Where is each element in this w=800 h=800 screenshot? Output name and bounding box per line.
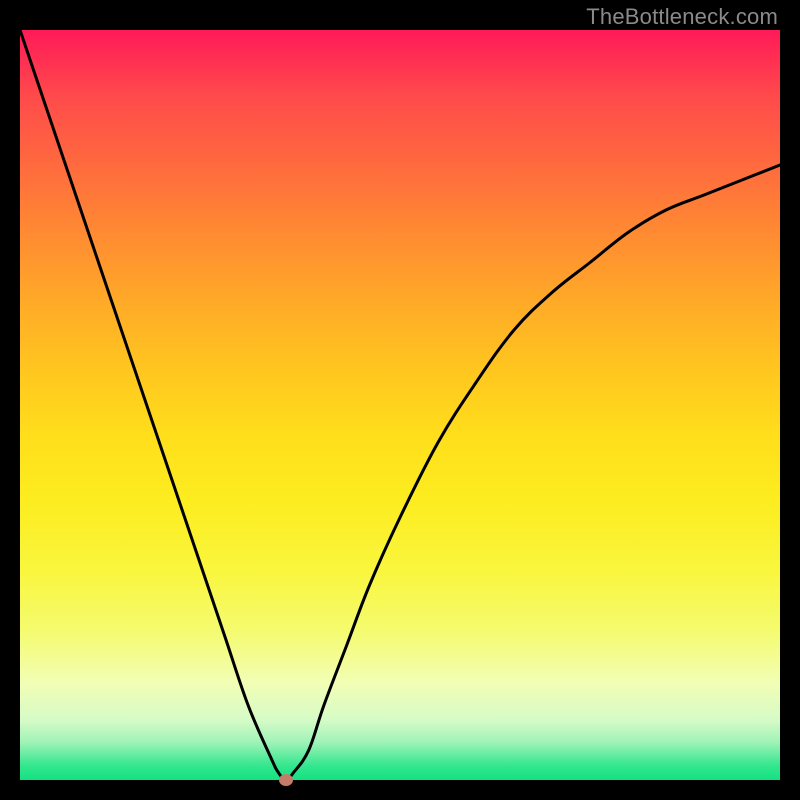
bottleneck-curve (20, 30, 780, 780)
curve-layer (20, 30, 780, 780)
watermark-text: TheBottleneck.com (586, 4, 778, 30)
chart-container: TheBottleneck.com (0, 0, 800, 800)
optimal-point-marker (279, 774, 293, 786)
plot-area (20, 30, 780, 780)
